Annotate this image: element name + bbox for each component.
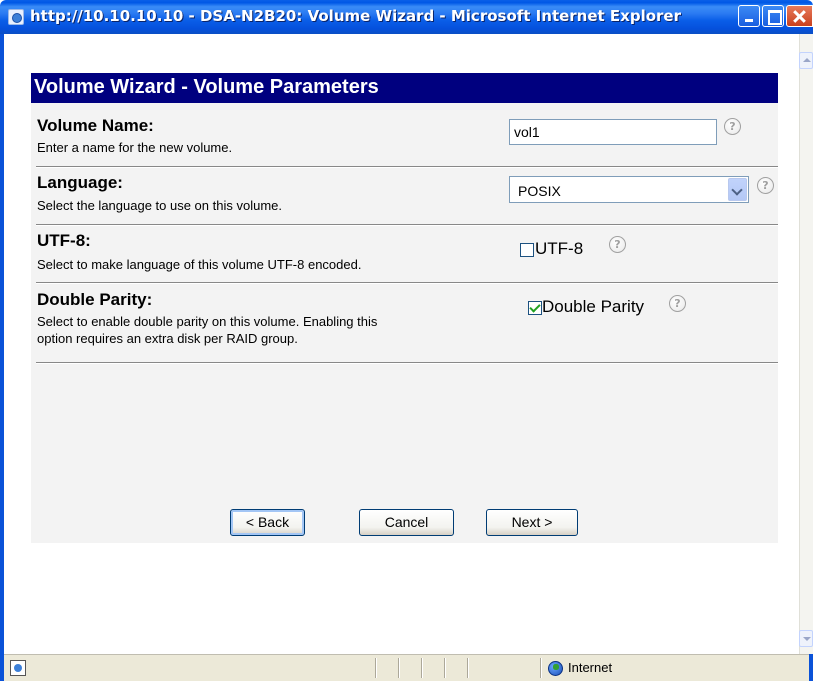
utf8-description: Select to make language of this volume U… bbox=[37, 257, 362, 272]
volume-name-description: Enter a name for the new volume. bbox=[37, 140, 233, 155]
ie-page-icon bbox=[8, 9, 24, 25]
status-separator bbox=[375, 658, 377, 678]
window-titlebar[interactable]: http://10.10.10.10 - DSA-N2B20: Volume W… bbox=[0, 0, 813, 34]
page-title: Volume Wizard - Volume Parameters bbox=[34, 76, 379, 98]
double-parity-description-line2: option requires an extra disk per RAID g… bbox=[37, 331, 298, 346]
language-label: Language: bbox=[37, 173, 123, 192]
row-divider bbox=[36, 282, 778, 284]
window-title: http://10.10.10.10 - DSA-N2B20: Volume W… bbox=[30, 7, 681, 25]
status-separator bbox=[467, 658, 469, 678]
row-divider bbox=[36, 224, 778, 226]
security-zone-label: Internet bbox=[568, 660, 613, 675]
row-divider bbox=[36, 166, 778, 168]
cancel-button[interactable]: Cancel bbox=[359, 509, 454, 536]
language-description: Select the language to use on this volum… bbox=[37, 198, 282, 213]
window-frame-left bbox=[0, 34, 4, 681]
language-selected-value: POSIX bbox=[518, 183, 561, 199]
help-icon[interactable]: ? bbox=[669, 295, 686, 312]
help-icon[interactable]: ? bbox=[609, 236, 626, 253]
status-separator bbox=[398, 658, 400, 678]
scroll-down-icon[interactable] bbox=[799, 630, 813, 647]
utf8-checkbox-label[interactable]: UTF-8 bbox=[535, 239, 583, 259]
language-select[interactable]: POSIX bbox=[509, 176, 749, 203]
double-parity-description-line1: Select to enable double parity on this v… bbox=[37, 314, 378, 329]
status-separator bbox=[444, 658, 446, 678]
status-bar bbox=[4, 654, 809, 681]
utf8-label: UTF-8: bbox=[37, 231, 91, 250]
double-parity-checkbox-label[interactable]: Double Parity bbox=[542, 297, 644, 317]
double-parity-label: Double Parity: bbox=[37, 290, 153, 309]
chevron-down-icon[interactable] bbox=[728, 178, 747, 201]
volume-name-label: Volume Name: bbox=[37, 116, 154, 135]
utf8-checkbox[interactable] bbox=[520, 243, 534, 257]
vertical-scrollbar[interactable] bbox=[799, 34, 813, 654]
globe-icon bbox=[548, 661, 563, 676]
maximize-icon[interactable] bbox=[762, 5, 784, 27]
minimize-icon[interactable] bbox=[738, 5, 760, 27]
help-icon[interactable]: ? bbox=[757, 177, 774, 194]
volume-name-input[interactable] bbox=[509, 119, 717, 145]
next-button[interactable]: Next > bbox=[486, 509, 578, 536]
row-divider bbox=[36, 362, 778, 364]
back-button[interactable]: < Back bbox=[230, 509, 305, 536]
status-separator bbox=[421, 658, 423, 678]
status-separator bbox=[540, 658, 542, 678]
close-icon[interactable] bbox=[786, 5, 813, 27]
help-icon[interactable]: ? bbox=[724, 118, 741, 135]
scroll-up-icon[interactable] bbox=[799, 52, 813, 69]
page-status-icon bbox=[10, 660, 26, 676]
double-parity-checkbox[interactable] bbox=[528, 301, 542, 315]
